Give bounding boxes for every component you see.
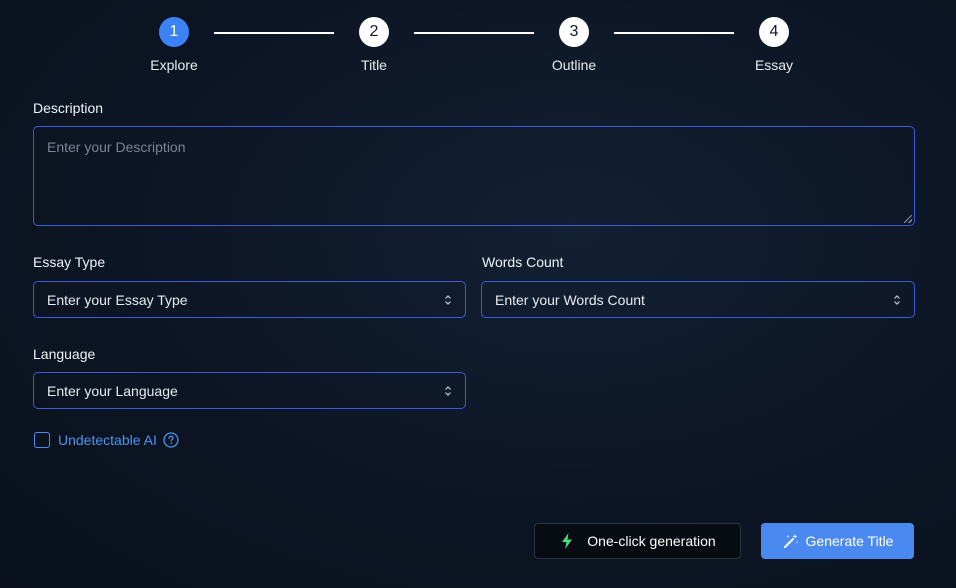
generate-title-label: Generate Title bbox=[805, 533, 894, 549]
undetectable-ai-label[interactable]: Undetectable AI bbox=[58, 432, 157, 448]
step-label: Essay bbox=[754, 57, 794, 73]
step-essay[interactable]: 4 Essay bbox=[734, 17, 814, 73]
step-number: 3 bbox=[559, 17, 589, 47]
step-explore[interactable]: 1 Explore bbox=[134, 17, 214, 73]
words-count-label: Words Count bbox=[482, 254, 564, 270]
step-number: 2 bbox=[359, 17, 389, 47]
resize-grip-icon[interactable] bbox=[904, 215, 912, 223]
chevron-up-down-icon bbox=[444, 294, 452, 306]
progress-stepper: 1 Explore 2 Title 3 Outline 4 Essay bbox=[0, 0, 956, 90]
undetectable-ai-row: Undetectable AI bbox=[34, 432, 179, 448]
step-connector bbox=[614, 32, 734, 34]
essay-type-label: Essay Type bbox=[33, 254, 106, 270]
language-value: Enter your Language bbox=[47, 382, 178, 399]
description-textarea[interactable]: Enter your Description bbox=[33, 126, 915, 226]
magic-wand-icon bbox=[783, 534, 798, 548]
step-label: Explore bbox=[150, 57, 198, 73]
words-count-select[interactable]: Enter your Words Count bbox=[481, 281, 915, 318]
language-select[interactable]: Enter your Language bbox=[33, 372, 466, 409]
help-circle-icon[interactable] bbox=[163, 432, 179, 448]
step-title[interactable]: 2 Title bbox=[334, 17, 414, 73]
description-label: Description bbox=[33, 100, 104, 116]
essay-type-select[interactable]: Enter your Essay Type bbox=[33, 281, 466, 318]
step-outline[interactable]: 3 Outline bbox=[534, 17, 614, 73]
step-label: Title bbox=[361, 57, 387, 73]
chevron-up-down-icon bbox=[893, 294, 901, 306]
chevron-up-down-icon bbox=[444, 385, 452, 397]
step-label: Outline bbox=[551, 57, 597, 73]
step-connector bbox=[214, 32, 334, 34]
step-number: 4 bbox=[759, 17, 789, 47]
one-click-generation-button[interactable]: One-click generation bbox=[534, 523, 741, 559]
step-number: 1 bbox=[159, 17, 189, 47]
undetectable-ai-checkbox[interactable] bbox=[34, 432, 50, 448]
one-click-generation-label: One-click generation bbox=[587, 533, 716, 549]
generate-title-button[interactable]: Generate Title bbox=[761, 523, 914, 559]
language-label: Language bbox=[33, 346, 96, 362]
lightning-bolt-icon bbox=[562, 533, 573, 549]
essay-type-value: Enter your Essay Type bbox=[47, 291, 188, 308]
words-count-value: Enter your Words Count bbox=[495, 291, 645, 308]
step-connector bbox=[414, 32, 534, 34]
description-placeholder: Enter your Description bbox=[47, 139, 186, 155]
